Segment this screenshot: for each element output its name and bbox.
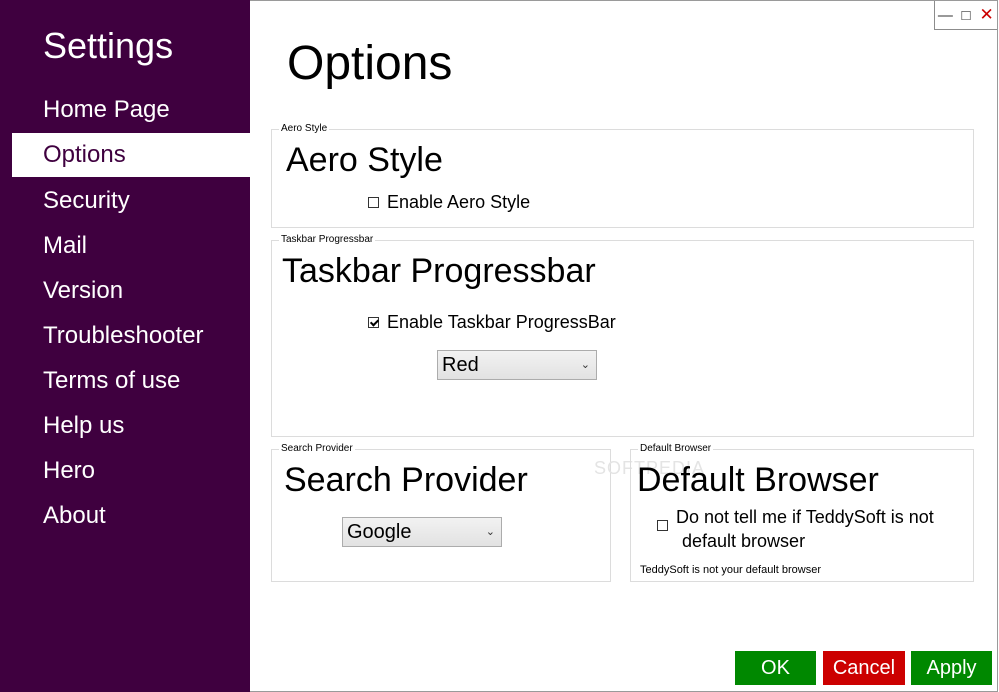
group-caption: Search Provider [279,442,355,456]
sidebar-item-home-page[interactable]: Home Page [12,88,250,132]
cancel-button[interactable]: Cancel [823,651,905,685]
search-provider-select[interactable]: Google ⌄ [342,517,502,547]
window-controls: — □ ✕ [934,1,997,30]
close-icon[interactable]: ✕ [976,1,997,29]
sidebar-item-help-us[interactable]: Help us [12,404,250,448]
sidebar-item-security[interactable]: Security [12,179,250,223]
maximize-icon[interactable]: □ [956,1,977,29]
apply-button[interactable]: Apply [911,651,992,685]
taskbar-progressbar-checkbox-row[interactable]: Enable Taskbar ProgressBar [368,312,616,333]
checkbox-label-line1: Do not tell me if TeddySoft is not [676,507,934,527]
taskbar-progressbar-group: Taskbar Progressbar Taskbar Progressbar … [271,233,974,437]
progressbar-color-select[interactable]: Red ⌄ [437,350,597,380]
sidebar-item-troubleshooter[interactable]: Troubleshooter [12,314,250,358]
checkbox-label: Enable Taskbar ProgressBar [387,312,616,332]
group-heading: Aero Style [286,141,443,179]
chevron-down-icon: ⌄ [580,359,590,371]
default-browser-group: Default Browser Default Browser Do not t… [630,442,974,582]
default-browser-status: TeddySoft is not your default browser [640,564,821,576]
select-value: Red [442,354,479,376]
aero-style-group: Aero Style Aero Style Enable Aero Style [271,122,974,228]
search-provider-group: Search Provider Search Provider Google ⌄ [271,442,611,582]
ok-button[interactable]: OK [735,651,816,685]
sidebar-item-terms-of-use[interactable]: Terms of use [12,359,250,403]
sidebar-item-about[interactable]: About [12,494,250,538]
group-caption: Taskbar Progressbar [279,233,376,247]
sidebar: Settings Home Page Options Security Mail… [0,0,250,692]
sidebar-title: Settings [43,25,174,66]
group-caption: Default Browser [638,442,714,456]
group-heading: Default Browser [637,461,879,499]
minimize-icon[interactable]: — [935,1,956,29]
checkbox-label: Enable Aero Style [387,192,531,212]
chevron-down-icon: ⌄ [485,526,495,538]
checkbox-checked[interactable] [368,317,379,328]
checkbox-label: Do not tell me if TeddySoft is not defau… [676,505,934,553]
sidebar-item-version[interactable]: Version [12,269,250,313]
checkbox[interactable] [657,520,668,531]
page-title: Options [287,37,453,90]
group-heading: Taskbar Progressbar [282,252,596,290]
checkbox-label-line2: default browser [682,531,806,551]
sidebar-item-mail[interactable]: Mail [12,224,250,268]
select-value: Google [347,521,412,543]
sidebar-item-options[interactable]: Options [12,133,250,177]
group-heading: Search Provider [284,461,528,499]
default-browser-checkbox-row[interactable]: Do not tell me if TeddySoft is not defau… [657,505,934,553]
checkbox[interactable] [368,197,379,208]
group-caption: Aero Style [279,122,330,136]
aero-style-checkbox-row[interactable]: Enable Aero Style [368,192,530,213]
sidebar-item-hero[interactable]: Hero [12,449,250,493]
